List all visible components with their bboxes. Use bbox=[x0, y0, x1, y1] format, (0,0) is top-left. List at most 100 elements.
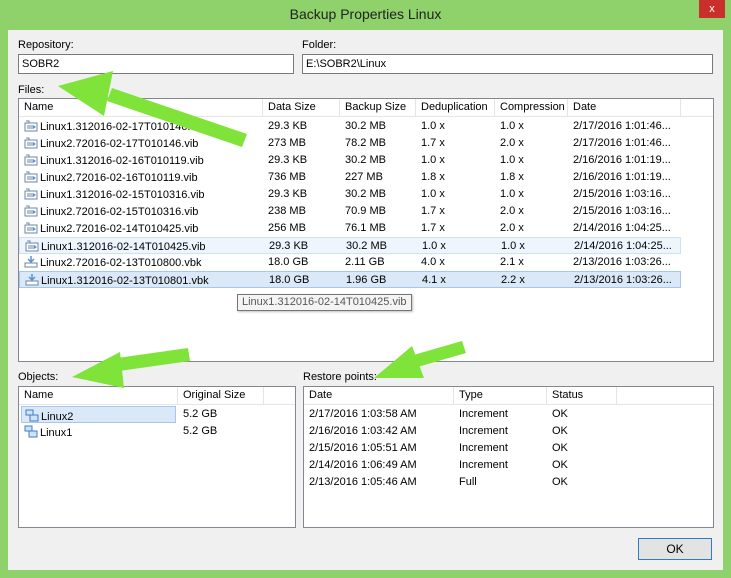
objects-header: Name Original Size bbox=[19, 387, 295, 405]
column-header-status[interactable]: Status bbox=[547, 387, 617, 405]
file-cell-name: Linux2.72016-02-17T010146.vib bbox=[19, 135, 263, 152]
file-cell-name: Linux2.72016-02-15T010316.vib bbox=[19, 203, 263, 220]
file-cell-data-size: 29.3 KB bbox=[268, 154, 308, 166]
object-name-cell: Linux1 bbox=[21, 423, 176, 440]
object-name: Linux1 bbox=[40, 427, 73, 439]
file-row[interactable]: Linux1.312016-02-14T010425.vib 29.3 KB 30.… bbox=[19, 237, 681, 254]
file-name: Linux1.312016-02-13T010801.vbk bbox=[41, 275, 209, 287]
restore-point-status-cell: OK bbox=[552, 408, 568, 420]
file-cell-dedup: 1.7 x bbox=[421, 222, 445, 234]
restore-points-label: Restore points: bbox=[303, 371, 377, 383]
file-cell-data-size: 273 MB bbox=[268, 137, 306, 149]
restore-point-row[interactable]: 2/14/2016 1:06:49 AM Increment OK bbox=[304, 457, 617, 474]
vm-object-icon bbox=[25, 409, 39, 422]
file-cell-date: 2/16/2016 1:01:19... bbox=[573, 171, 671, 183]
dialog-client-area: Repository: SOBR2 Folder: E:\SOBR2\Linux… bbox=[8, 30, 723, 570]
file-row[interactable]: Linux1.312016-02-17T010146.vib 29.3 KB 30.… bbox=[19, 118, 681, 135]
restore-point-row[interactable]: 2/16/2016 1:03:42 AM Increment OK bbox=[304, 423, 617, 440]
file-cell-name: Linux1.312016-02-14T010425.vib bbox=[20, 238, 264, 255]
column-header-type[interactable]: Type bbox=[454, 387, 547, 405]
vib-file-icon bbox=[24, 154, 38, 166]
window-title: Backup Properties Linux bbox=[289, 6, 442, 22]
file-name: Linux2.72016-02-16T010119.vib bbox=[40, 172, 198, 184]
column-header-date[interactable]: Date bbox=[568, 99, 681, 117]
vm-object-icon bbox=[24, 425, 38, 438]
file-name-tooltip: Linux1.312016-02-14T010425.vib bbox=[237, 294, 412, 311]
file-cell-backup-size: 2.11 GB bbox=[345, 256, 385, 268]
column-header-name[interactable]: Name bbox=[19, 99, 263, 117]
file-cell-name: Linux1.312016-02-15T010316.vib bbox=[19, 186, 263, 203]
file-row[interactable]: Linux1.312016-02-13T010801.vbk 18.0 GB 1.9… bbox=[19, 271, 681, 288]
object-name: Linux2 bbox=[41, 411, 74, 423]
file-name: Linux2.72016-02-14T010425.vib bbox=[40, 223, 199, 235]
file-row[interactable]: Linux2.72016-02-15T010316.vib 238 MB 70.9 … bbox=[19, 203, 681, 220]
vib-file-icon bbox=[25, 240, 39, 252]
file-cell-backup-size: 227 MB bbox=[345, 171, 383, 183]
restore-point-status-cell: OK bbox=[552, 425, 568, 437]
file-cell-dedup: 1.7 x bbox=[421, 137, 445, 149]
vib-file-icon bbox=[24, 205, 38, 217]
file-row[interactable]: Linux1.312016-02-16T010119.vib 29.3 KB 30.… bbox=[19, 152, 681, 169]
file-cell-data-size: 29.3 KB bbox=[268, 120, 308, 132]
file-cell-dedup: 4.0 x bbox=[421, 256, 445, 268]
file-cell-dedup: 1.0 x bbox=[422, 240, 446, 252]
file-row[interactable]: Linux2.72016-02-16T010119.vib 736 MB 227 M… bbox=[19, 169, 681, 186]
folder-label: Folder: bbox=[302, 39, 337, 51]
column-header-restore-date[interactable]: Date bbox=[304, 387, 454, 405]
vib-file-icon bbox=[24, 171, 38, 183]
file-cell-dedup: 1.7 x bbox=[421, 205, 445, 217]
restore-points-list[interactable]: Date Type Status 2/17/2016 1:03:58 AM Inc… bbox=[303, 386, 714, 528]
column-header-object-name[interactable]: Name bbox=[19, 387, 178, 405]
file-cell-data-size: 18.0 GB bbox=[269, 274, 310, 286]
file-cell-data-size: 29.3 KB bbox=[269, 240, 309, 252]
repository-label: Repository: bbox=[18, 39, 74, 51]
file-cell-compression: 2.2 x bbox=[501, 274, 525, 286]
column-header-original-size[interactable]: Original Size bbox=[178, 387, 264, 405]
folder-field[interactable]: E:\SOBR2\Linux bbox=[302, 54, 713, 74]
file-cell-compression: 2.0 x bbox=[500, 222, 524, 234]
file-name: Linux1.312016-02-14T010425.vib bbox=[41, 241, 206, 253]
vib-file-icon bbox=[24, 137, 38, 149]
file-cell-backup-size: 30.2 MB bbox=[345, 154, 386, 166]
restore-point-date-cell: 2/14/2016 1:06:49 AM bbox=[309, 459, 417, 471]
object-row[interactable]: Linux2 bbox=[21, 406, 176, 423]
ok-button[interactable]: OK bbox=[638, 538, 712, 560]
object-size-cell: 5.2 GB bbox=[183, 425, 218, 437]
restore-point-row[interactable]: 2/15/2016 1:05:51 AM Increment OK bbox=[304, 440, 617, 457]
title-bar[interactable]: Backup Properties Linux x bbox=[0, 0, 731, 30]
file-name: Linux2.72016-02-13T010800.vbk bbox=[40, 257, 202, 269]
file-row[interactable]: Linux2.72016-02-14T010425.vib 256 MB 76.1 … bbox=[19, 220, 681, 237]
repository-field[interactable]: SOBR2 bbox=[18, 54, 294, 74]
column-header-backup-size[interactable]: Backup Size bbox=[340, 99, 416, 117]
restore-point-type-cell: Increment bbox=[459, 425, 508, 437]
restore-point-row[interactable]: 2/13/2016 1:05:46 AM Full OK bbox=[304, 474, 617, 491]
column-header-data-size[interactable]: Data Size bbox=[263, 99, 340, 117]
files-list[interactable]: Name Data Size Backup Size Deduplication… bbox=[18, 98, 714, 362]
object-size-cell: 5.2 GB bbox=[183, 408, 218, 420]
objects-list[interactable]: Name Original Size Linux2 5.2 GB Linux1 5.2… bbox=[18, 386, 296, 528]
vib-file-icon bbox=[24, 222, 38, 234]
file-name: Linux1.312016-02-17T010146.vib bbox=[40, 121, 205, 133]
vbk-file-icon bbox=[25, 274, 39, 286]
file-cell-name: Linux2.72016-02-16T010119.vib bbox=[19, 169, 263, 186]
file-row[interactable]: Linux1.312016-02-15T010316.vib 29.3 KB 30.… bbox=[19, 186, 681, 203]
close-button[interactable]: x bbox=[699, 0, 725, 18]
restore-point-date-cell: 2/16/2016 1:03:42 AM bbox=[309, 425, 417, 437]
file-cell-name: Linux1.312016-02-17T010146.vib bbox=[19, 118, 263, 135]
file-cell-data-size: 18.0 GB bbox=[268, 256, 309, 268]
file-cell-compression: 2.0 x bbox=[500, 205, 524, 217]
file-cell-compression: 1.0 x bbox=[500, 188, 524, 200]
object-row[interactable]: Linux1 bbox=[21, 423, 176, 440]
restore-point-status-cell: OK bbox=[552, 476, 568, 488]
file-cell-compression: 1.8 x bbox=[500, 171, 524, 183]
column-header-deduplication[interactable]: Deduplication bbox=[416, 99, 495, 117]
file-row[interactable]: Linux2.72016-02-17T010146.vib 273 MB 78.2 … bbox=[19, 135, 681, 152]
objects-label: Objects: bbox=[18, 371, 59, 383]
restore-point-row[interactable]: 2/17/2016 1:03:58 AM Increment OK bbox=[304, 406, 617, 423]
file-row[interactable]: Linux2.72016-02-13T010800.vbk 18.0 GB 2.11… bbox=[19, 254, 681, 271]
files-label: Files: bbox=[18, 84, 45, 96]
column-header-compression[interactable]: Compression bbox=[495, 99, 568, 117]
file-cell-date: 2/14/2016 1:04:25... bbox=[573, 222, 671, 234]
file-name: Linux2.72016-02-15T010316.vib bbox=[40, 206, 199, 218]
file-cell-compression: 1.0 x bbox=[501, 240, 525, 252]
